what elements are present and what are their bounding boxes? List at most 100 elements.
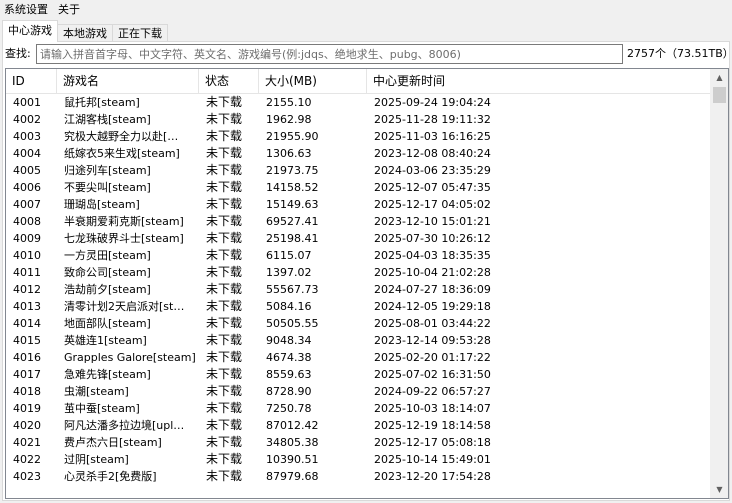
table-row[interactable]: 4022 过阴[steam] 未下载 10390.51 2025-10-14 15:49… [6, 451, 711, 468]
cell-game-name: 清零计划2天启派对[st… [64, 300, 185, 313]
cell-update-time: 2024-07-27 18:36:09 [374, 283, 491, 296]
cell-id: 4023 [13, 470, 41, 483]
table-row[interactable]: 4010 一方灵田[steam] 未下载 6115.07 2025-04-03 18:3… [6, 247, 711, 264]
cell-update-time: 2023-12-08 08:40:24 [374, 147, 491, 160]
cell-game-name: 急难先锋[steam] [64, 368, 151, 381]
cell-status: 未下载 [206, 299, 243, 313]
cell-game-name: 七龙珠破界斗士[steam] [64, 232, 184, 245]
cell-status: 未下载 [206, 316, 243, 330]
table-row[interactable]: 4014 地面部队[steam] 未下载 50505.55 2025-08-01 03:… [6, 315, 711, 332]
table-row[interactable]: 4008 半衰期爱莉克斯[steam] 未下载 69527.41 2023-12-10 … [6, 213, 711, 230]
tab-local-games[interactable]: 本地游戏 [57, 24, 113, 42]
table-row[interactable]: 4005 归途列车[steam] 未下载 21973.75 2024-03-06 23:… [6, 162, 711, 179]
table-row[interactable]: 4006 不要尖叫[steam] 未下载 14158.52 2025-12-07 05:… [6, 179, 711, 196]
cell-size: 1306.63 [266, 147, 312, 160]
cell-status: 未下载 [206, 401, 243, 415]
cell-id: 4016 [13, 351, 41, 364]
search-label: 查找: [5, 47, 31, 60]
column-header-id[interactable]: ID [6, 69, 57, 93]
cell-update-time: 2025-10-04 21:02:28 [374, 266, 491, 279]
cell-status: 未下载 [206, 163, 243, 177]
cell-size: 4674.38 [266, 351, 312, 364]
cell-id: 4021 [13, 436, 41, 449]
table-row[interactable]: 4002 江湖客栈[steam] 未下载 1962.98 2025-11-28 19:1… [6, 111, 711, 128]
cell-status: 未下载 [206, 214, 243, 228]
cell-id: 4013 [13, 300, 41, 313]
table-row[interactable]: 4016 Grapples Galore[steam] 未下载 4674.38 2025… [6, 349, 711, 366]
table-row[interactable]: 4018 虫潮[steam] 未下载 8728.90 2024-09-22 06:57:… [6, 383, 711, 400]
table-row[interactable]: 4015 英雄连1[steam] 未下载 9048.34 2023-12-14 09:5… [6, 332, 711, 349]
cell-update-time: 2025-02-20 01:17:22 [374, 351, 491, 364]
cell-size: 87979.68 [266, 470, 319, 483]
cell-game-name: 鼠托邦[steam] [64, 96, 140, 109]
table-row[interactable]: 4009 七龙珠破界斗士[steam] 未下载 25198.41 2025-07-30 … [6, 230, 711, 247]
cell-update-time: 2025-10-14 15:49:01 [374, 453, 491, 466]
cell-status: 未下载 [206, 469, 243, 483]
cell-size: 6115.07 [266, 249, 312, 262]
scrollbar-thumb[interactable] [713, 87, 726, 103]
column-header-status[interactable]: 状态 [199, 69, 259, 93]
search-input[interactable] [36, 44, 623, 64]
cell-size: 34805.38 [266, 436, 319, 449]
cell-update-time: 2025-04-03 18:35:35 [374, 249, 491, 262]
cell-id: 4004 [13, 147, 41, 160]
list-rows: 4001 鼠托邦[steam] 未下载 2155.10 2025-09-24 19:04… [6, 94, 711, 485]
cell-size: 21973.75 [266, 164, 319, 177]
table-row[interactable]: 4013 清零计划2天启派对[st… 未下载 5084.16 2024-12-05 19… [6, 298, 711, 315]
table-row[interactable]: 4017 急难先锋[steam] 未下载 8559.63 2025-07-02 16:3… [6, 366, 711, 383]
cell-update-time: 2025-09-24 19:04:24 [374, 96, 491, 109]
cell-size: 8728.90 [266, 385, 312, 398]
cell-id: 4017 [13, 368, 41, 381]
cell-id: 4019 [13, 402, 41, 415]
cell-id: 4012 [13, 283, 41, 296]
table-row[interactable]: 4021 费卢杰六日[steam] 未下载 34805.38 2025-12-17 05… [6, 434, 711, 451]
cell-size: 8559.63 [266, 368, 312, 381]
table-row[interactable]: 4011 致命公司[steam] 未下载 1397.02 2025-10-04 21:0… [6, 264, 711, 281]
cell-id: 4018 [13, 385, 41, 398]
column-header-size[interactable]: 大小(MB) [259, 69, 367, 93]
cell-size: 87012.42 [266, 419, 319, 432]
cell-id: 4005 [13, 164, 41, 177]
column-header-name[interactable]: 游戏名 [57, 69, 199, 93]
cell-game-name: Grapples Galore[steam] [64, 351, 196, 364]
cell-size: 14158.52 [266, 181, 319, 194]
table-row[interactable]: 4023 心灵杀手2[免费版] 未下载 87979.68 2023-12-20 17:5… [6, 468, 711, 485]
table-row[interactable]: 4019 茧中蚕[steam] 未下载 7250.78 2025-10-03 18:14… [6, 400, 711, 417]
cell-game-name: 珊瑚岛[steam] [64, 198, 140, 211]
cell-status: 未下载 [206, 197, 243, 211]
column-header-update-time[interactable]: 中心更新时间 [367, 69, 711, 93]
scroll-down-arrow-icon[interactable]: ▼ [711, 481, 728, 498]
cell-update-time: 2025-12-17 04:05:02 [374, 198, 491, 211]
cell-game-name: 英雄连1[steam] [64, 334, 147, 347]
cell-update-time: 2024-03-06 23:35:29 [374, 164, 491, 177]
cell-status: 未下载 [206, 180, 243, 194]
table-row[interactable]: 4001 鼠托邦[steam] 未下载 2155.10 2025-09-24 19:04… [6, 94, 711, 111]
cell-size: 7250.78 [266, 402, 312, 415]
list-header: ID 游戏名 状态 大小(MB) 中心更新时间 [6, 69, 711, 94]
vertical-scrollbar[interactable]: ▲ ▼ [710, 69, 728, 498]
cell-game-name: 阿凡达潘多拉边境[upl… [64, 419, 185, 432]
tab-center-games[interactable]: 中心游戏 [2, 20, 58, 42]
cell-size: 2155.10 [266, 96, 312, 109]
menu-about[interactable]: 关于 [53, 0, 85, 19]
scroll-up-arrow-icon[interactable]: ▲ [711, 69, 728, 86]
table-row[interactable]: 4012 浩劫前夕[steam] 未下载 55567.73 2024-07-27 18:… [6, 281, 711, 298]
cell-update-time: 2025-12-19 18:14:58 [374, 419, 491, 432]
cell-update-time: 2024-12-05 19:29:18 [374, 300, 491, 313]
cell-status: 未下载 [206, 282, 243, 296]
table-row[interactable]: 4004 纸嫁衣5来生戏[steam] 未下载 1306.63 2023-12-08 0… [6, 145, 711, 162]
cell-id: 4001 [13, 96, 41, 109]
cell-id: 4007 [13, 198, 41, 211]
menu-system-settings[interactable]: 系统设置 [0, 0, 53, 19]
tab-bar: 中心游戏 本地游戏 正在下载 [2, 20, 168, 42]
cell-id: 4022 [13, 453, 41, 466]
cell-id: 4014 [13, 317, 41, 330]
tab-downloading[interactable]: 正在下载 [112, 24, 168, 42]
table-row[interactable]: 4007 珊瑚岛[steam] 未下载 15149.63 2025-12-17 04:0… [6, 196, 711, 213]
table-row[interactable]: 4003 究极大越野全力以赴[… 未下载 21955.90 2025-11-03 16:… [6, 128, 711, 145]
cell-size: 10390.51 [266, 453, 319, 466]
game-list: ID 游戏名 状态 大小(MB) 中心更新时间 4001 鼠托邦[steam] 未下… [5, 68, 729, 499]
cell-update-time: 2025-12-07 05:47:35 [374, 181, 491, 194]
cell-update-time: 2023-12-10 15:01:21 [374, 215, 491, 228]
table-row[interactable]: 4020 阿凡达潘多拉边境[upl… 未下载 87012.42 2025-12-19 1… [6, 417, 711, 434]
